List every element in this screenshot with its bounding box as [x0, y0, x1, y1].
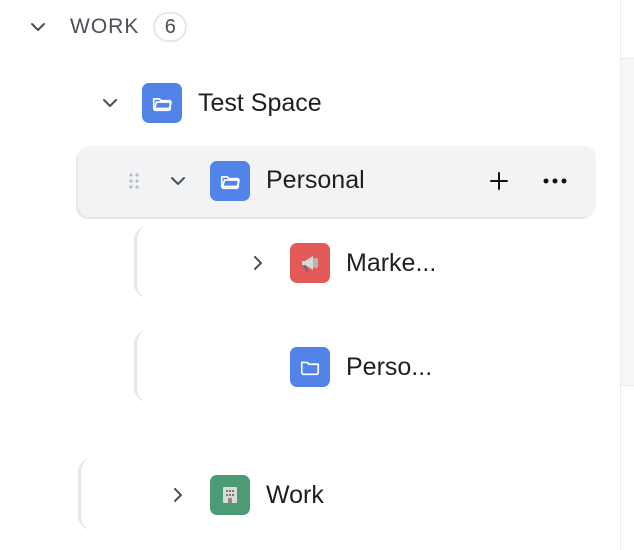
tree-item-label: Marke... [346, 248, 437, 277]
tree-item-label: Test Space [198, 88, 322, 117]
tree-guide-line [78, 458, 99, 530]
sidebar-scroll-region [621, 58, 634, 386]
chevron-down-icon[interactable] [20, 10, 56, 44]
tree-item-label: Work [266, 480, 324, 509]
tree-item-personal-child[interactable]: Perso... [290, 346, 432, 388]
tree-guide-line [134, 226, 155, 298]
chevron-down-icon[interactable] [166, 169, 190, 193]
section-header-work[interactable]: WORK 6 [20, 10, 188, 44]
plus-icon[interactable] [486, 168, 512, 194]
drag-handle-icon[interactable] [128, 172, 140, 190]
chevron-down-icon[interactable] [98, 91, 122, 115]
section-title: WORK [70, 15, 140, 38]
tree-item-label: Personal [266, 166, 365, 194]
chevron-right-icon[interactable] [166, 483, 190, 507]
building-icon [210, 475, 250, 515]
folder-icon [290, 347, 330, 387]
ellipsis-icon[interactable] [540, 168, 570, 194]
tree-item-work[interactable]: Work [166, 474, 324, 516]
tree-item-marketing[interactable]: Marke... [246, 242, 436, 284]
tree-item-personal[interactable]: Personal [78, 146, 596, 217]
tree-item-test-space[interactable]: Test Space [98, 82, 322, 124]
folder-open-icon [142, 83, 182, 123]
tree-item-label: Perso... [346, 352, 433, 381]
count-badge: 6 [153, 12, 188, 42]
tree-guide-line [134, 330, 155, 402]
megaphone-icon [290, 243, 330, 283]
folder-open-icon [210, 161, 250, 201]
chevron-right-icon[interactable] [246, 251, 270, 275]
